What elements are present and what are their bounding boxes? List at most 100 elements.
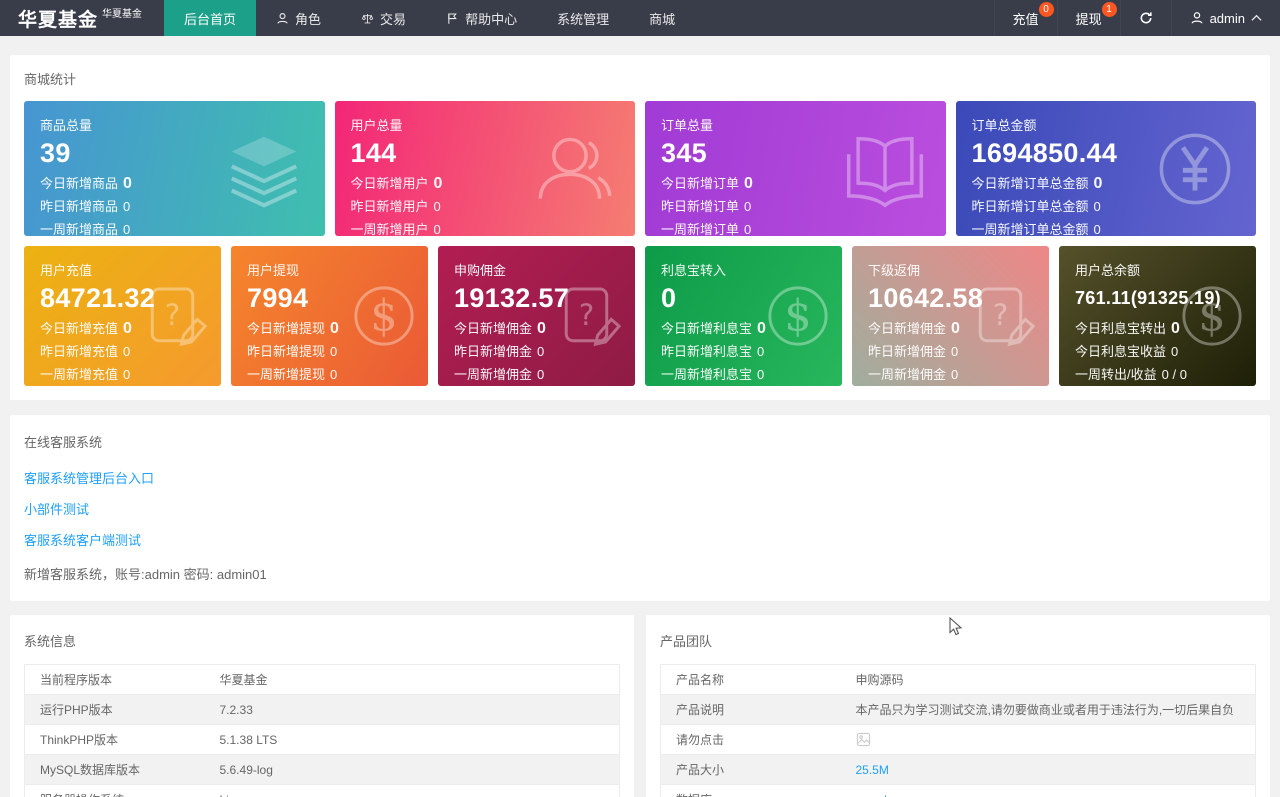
- stat-label: 一周新增订单总金额: [971, 222, 1089, 236]
- top-navbar: 华夏基金 华夏基金 后台首页 角色 交易 帮助中心 系统管理 商城 充值 0 提…: [0, 0, 1280, 36]
- mall-stats-title: 商城统计: [24, 72, 77, 87]
- table-row: ThinkPHP版本 5.1.38 LTS: [24, 724, 620, 755]
- row-label: 产品大小: [660, 754, 841, 785]
- menu-item-roles[interactable]: 角色: [256, 0, 341, 36]
- recharge-badge: 0: [1038, 2, 1054, 17]
- row-label: MySQL数据库版本: [24, 754, 205, 785]
- mall-stats-panel: 商城统计 商品总量 39 今日新增商品 0 昨日新增商品 0 一周新增商品 0 用户总…: [10, 55, 1270, 400]
- stat-card-products: 商品总量 39 今日新增商品 0 昨日新增商品 0 一周新增商品 0: [24, 101, 325, 236]
- table-row: 运行PHP版本 7.2.33: [24, 694, 620, 725]
- layers-icon: [230, 136, 297, 207]
- stat-card-total-balance: 用户总余额 761.11(91325.19) 今日利息宝转出 0 今日利息宝收益 0…: [1059, 246, 1256, 386]
- row-label: 运行PHP版本: [24, 694, 205, 725]
- row-label: 请勿点击: [660, 724, 841, 755]
- row-value: 7.2.33: [204, 694, 620, 725]
- recharge-button[interactable]: 充值 0: [993, 0, 1057, 36]
- stat-value: 0: [433, 175, 443, 192]
- row-label: 产品说明: [660, 694, 841, 725]
- stat-label: 一周新增订单: [661, 222, 740, 236]
- stat-value: 0: [123, 222, 131, 236]
- stat-card-referral-commission: 下级返佣 10642.58 今日新增佣金 0 昨日新增佣金 0 一周新增佣金 0 ?: [852, 246, 1049, 386]
- row-value: Linux: [204, 784, 620, 797]
- big-stat-cards-row: 商品总量 39 今日新增商品 0 昨日新增商品 0 一周新增商品 0 用户总量 144…: [10, 101, 1270, 236]
- widget-test-link[interactable]: 小部件测试: [24, 499, 1256, 518]
- book-icon: [846, 136, 923, 208]
- stat-value: 0: [330, 367, 338, 382]
- stat-value: 0: [757, 367, 765, 382]
- stat-value: 0: [123, 367, 131, 382]
- refresh-button[interactable]: [1119, 0, 1171, 36]
- stat-label: 今日新增利息宝: [661, 321, 753, 336]
- stat-value: 0: [744, 222, 752, 236]
- users-icon: [538, 137, 612, 199]
- system-info-table: 当前程序版本 华夏基金 运行PHP版本 7.2.33 ThinkPHP版本 5.1.3…: [24, 664, 620, 797]
- menu-item-mall[interactable]: 商城: [629, 0, 695, 36]
- stat-label: 昨日新增订单总金额: [971, 199, 1089, 214]
- stat-label: 昨日新增佣金: [454, 344, 533, 359]
- stat-value: 0: [537, 367, 545, 382]
- stat-label: 昨日新增充值: [40, 344, 119, 359]
- stat-label: 今日新增充值: [40, 321, 119, 336]
- brand-text: 华夏基金: [18, 9, 99, 31]
- row-label: 服务器操作系统: [24, 784, 205, 797]
- stat-label: 一周新增用户: [350, 222, 429, 236]
- stat-value: 0: [537, 320, 546, 337]
- user-menu[interactable]: admin: [1170, 0, 1280, 36]
- stat-label: 今日利息宝收益: [1075, 344, 1167, 359]
- row-label: ThinkPHP版本: [24, 724, 205, 755]
- row-label: 产品名称: [660, 664, 841, 695]
- row-value: [840, 724, 1256, 755]
- stat-card-title: 下级返佣: [868, 263, 921, 278]
- stat-card-order-amount: 订单总金额 1694850.44 今日新增订单总金额 0 昨日新增订单总金额 0 一…: [955, 101, 1256, 236]
- stat-label: 一周新增充值: [40, 367, 119, 382]
- stat-card-users: 用户总量 144 今日新增用户 0 昨日新增用户 0 一周新增用户 0: [334, 101, 635, 236]
- stat-label: 今日新增提现: [247, 321, 326, 336]
- menu-item-trade[interactable]: 交易: [341, 0, 426, 36]
- recharge-label: 充值: [1012, 11, 1039, 27]
- stat-value: 0: [537, 344, 545, 359]
- product-size-link[interactable]: 25.5M: [856, 763, 889, 777]
- stat-label: 今日新增用户: [350, 176, 429, 191]
- table-row: 产品说明 本产品只为学习测试交流,请勿要做商业或者用于违法行为,一切后果自负: [660, 694, 1256, 725]
- stat-label: 今日新增佣金: [454, 321, 533, 336]
- menu-item-system[interactable]: 系统管理: [537, 0, 629, 36]
- table-row: 数据库 mysql: [660, 784, 1256, 797]
- stat-value: 0: [951, 367, 959, 382]
- stat-value: 0: [123, 175, 132, 192]
- refresh-icon: [1140, 12, 1152, 24]
- main-menu: 后台首页 角色 交易 帮助中心 系统管理 商城: [164, 0, 695, 36]
- service-admin-entry-link[interactable]: 客服系统管理后台入口: [24, 468, 1256, 487]
- stat-card-subscribe-commission: 申购佣金 19132.57 今日新增佣金 0 昨日新增佣金 0 一周新增佣金 0 ?: [438, 246, 635, 386]
- user-icon: [1191, 12, 1203, 24]
- stat-card-title: 利息宝转入: [661, 263, 727, 278]
- menu-label: 角色: [295, 11, 322, 27]
- stat-value: 0: [123, 320, 132, 337]
- stat-label: 一周新增商品: [40, 222, 119, 236]
- table-row: 请勿点击: [660, 724, 1256, 755]
- brand-logo[interactable]: 华夏基金 华夏基金: [0, 0, 158, 36]
- row-label: 当前程序版本: [24, 664, 205, 695]
- stat-label: 今日新增订单: [661, 176, 740, 191]
- database-link[interactable]: mysql: [856, 793, 887, 797]
- menu-label: 帮助中心: [465, 11, 518, 27]
- user-icon: [277, 12, 288, 24]
- service-client-test-link[interactable]: 客服系统客户端测试: [24, 530, 1256, 549]
- stat-label: 昨日新增提现: [247, 344, 326, 359]
- svg-text:$: $: [784, 292, 811, 342]
- stat-card-orders: 订单总量 345 今日新增订单 0 昨日新增订单 0 一周新增订单 0: [645, 101, 946, 236]
- table-row: 当前程序版本 华夏基金: [24, 664, 620, 695]
- stat-card-title: 用户总余额: [1075, 263, 1141, 278]
- withdraw-button[interactable]: 提现 1: [1056, 0, 1120, 36]
- doc-question-pencil-icon: ?: [150, 287, 208, 347]
- stat-label: 一周新增利息宝: [661, 367, 753, 382]
- stat-value: 0: [330, 344, 338, 359]
- dollar-circle-icon: $: [354, 286, 414, 346]
- stat-label: 昨日新增用户: [350, 199, 429, 214]
- stat-value: 0: [433, 222, 441, 236]
- stat-value: 0: [123, 344, 131, 359]
- menu-item-dashboard[interactable]: 后台首页: [164, 0, 257, 36]
- stat-value: 0: [744, 199, 752, 214]
- stat-value: 0: [1093, 175, 1103, 192]
- table-row: MySQL数据库版本 5.6.49-log: [24, 754, 620, 785]
- menu-item-help[interactable]: 帮助中心: [426, 0, 537, 36]
